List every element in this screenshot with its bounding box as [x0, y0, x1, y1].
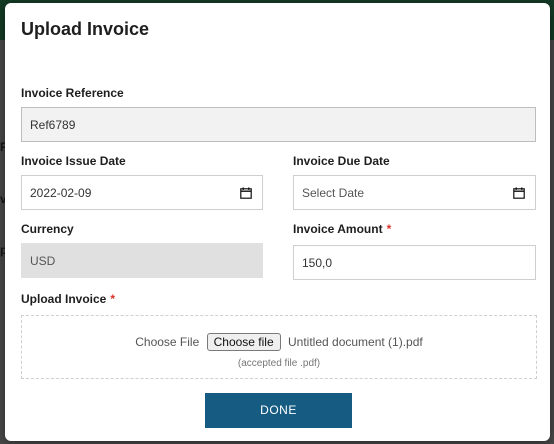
invoice-amount-label: Invoice Amount *	[293, 222, 391, 236]
required-marker: *	[110, 292, 116, 306]
invoice-reference-label: Invoice Reference	[21, 86, 124, 100]
invoice-due-date-label: Invoice Due Date	[293, 154, 390, 168]
currency-label: Currency	[21, 222, 74, 236]
accepted-file-types-hint: (accepted file .pdf)	[237, 358, 321, 369]
invoice-issue-date-label: Invoice Issue Date	[21, 154, 126, 168]
modal-title: Upload Invoice	[21, 19, 150, 39]
invoice-due-date-field[interactable]: Select Date	[293, 175, 536, 210]
invoice-issue-date-field[interactable]: 2022-02-09	[21, 175, 263, 210]
choose-file-button[interactable]: Choose file	[206, 333, 281, 351]
invoice-amount-label-text: Invoice Amount	[293, 222, 383, 236]
upload-invoice-modal: Upload Invoice Invoice Reference Ref6789…	[5, 3, 550, 441]
required-marker: *	[386, 222, 392, 236]
calendar-icon[interactable]	[513, 186, 525, 199]
invoice-reference-field[interactable]: Ref6789	[21, 107, 536, 142]
invoice-issue-date-value: 2022-02-09	[30, 185, 92, 200]
invoice-amount-value: 150,0	[302, 255, 333, 270]
upload-invoice-label-text: Upload Invoice	[21, 292, 107, 306]
upload-invoice-label: Upload Invoice *	[21, 292, 115, 306]
currency-field: USD	[21, 243, 263, 278]
choose-file-label: Choose File	[135, 335, 200, 349]
selected-file-name: Untitled document (1).pdf	[288, 335, 423, 349]
currency-value: USD	[30, 253, 56, 268]
done-button[interactable]: DONE	[205, 393, 352, 428]
file-upload-dropzone[interactable]: Choose File Choose file Untitled documen…	[21, 315, 537, 379]
calendar-icon[interactable]	[240, 186, 252, 199]
invoice-due-date-placeholder: Select Date	[302, 185, 365, 200]
invoice-reference-value: Ref6789	[30, 117, 76, 132]
file-input-row: Choose File Choose file Untitled documen…	[22, 333, 536, 351]
invoice-amount-field[interactable]: 150,0	[293, 245, 536, 280]
